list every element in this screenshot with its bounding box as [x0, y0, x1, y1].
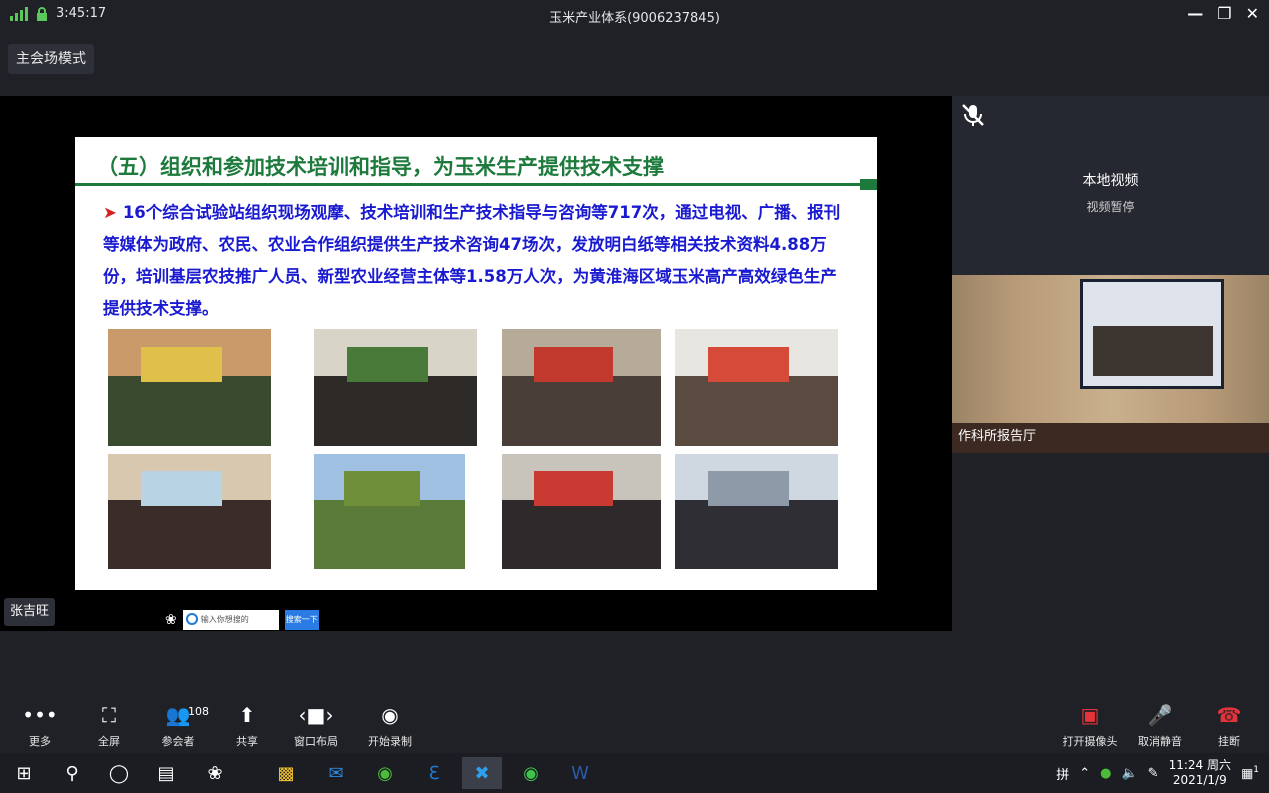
slide-photo	[675, 329, 838, 446]
os-taskbar: ⊞ ⚲ ◯ ▤ ❀ ▩ ✉ ◉ ℇ ✖ ◉ W 拼 ⌃ ● 🔈 ✎ 11:24 …	[0, 753, 1269, 793]
slide-photo	[675, 454, 838, 569]
share-button[interactable]: ⬆ 共享	[212, 701, 282, 749]
security-icon[interactable]: ●	[1100, 766, 1111, 781]
notification-icon[interactable]: ▦1	[1241, 765, 1259, 781]
unmute-button[interactable]: 🎤 取消静音	[1125, 701, 1195, 749]
layout-button[interactable]: ‹■› 窗口布局	[281, 701, 351, 749]
share-upload-icon: ⬆	[238, 703, 256, 727]
meeting-app-icon[interactable]: ✖	[462, 757, 502, 789]
presentation-slide: （五）组织和参加技术培训和指导，为玉米生产提供技术支撑 ➤ 16个综合试验站组织现…	[75, 137, 877, 590]
pinwheel-logo-icon: ❀	[165, 612, 177, 628]
close-icon[interactable]: ✕	[1246, 4, 1259, 23]
speaker-name-tag: 张吉旺	[4, 598, 56, 626]
minimize-icon[interactable]: —	[1187, 4, 1203, 23]
slide-photo	[502, 454, 661, 569]
slide-divider-accent	[860, 179, 877, 190]
slide-divider	[75, 183, 860, 186]
cortana-icon[interactable]: ◯	[99, 757, 139, 789]
windows-start-icon[interactable]: ⊞	[4, 757, 44, 789]
slide-photo	[108, 454, 271, 569]
more-dots-icon: •••	[22, 703, 58, 727]
slide-bullet-text: 16个综合试验站组织现场观摩、技术培训和生产技术指导与咨询等717次，通过电视、…	[103, 203, 841, 318]
remote-room-label: 作科所报告厅	[958, 429, 1037, 444]
search-input[interactable]: 输入你想搜的	[182, 610, 279, 630]
title-bar: 3:45:17 玉米产业体系(9006237845) — ❐ ✕	[0, 0, 1269, 30]
camera-off-icon: ▣	[1080, 703, 1100, 727]
slide-bullet: ➤ 16个综合试验站组织现场观摩、技术培训和生产技术指导与咨询等717次，通过电视…	[103, 197, 853, 325]
video-panel: 本地视频 视频暂停 作科所报告厅	[952, 96, 1269, 453]
slide-photo	[502, 329, 661, 446]
edge-icon[interactable]: ℇ	[414, 757, 454, 789]
layout-icon: ‹■›	[298, 703, 334, 727]
record-button[interactable]: ◉ 开始录制	[355, 701, 425, 749]
fullscreen-icon: ⛶	[102, 703, 116, 727]
local-video-status: 视频暂停	[1086, 200, 1135, 214]
wechat-icon[interactable]: ◉	[511, 757, 551, 789]
mic-muted-icon	[962, 104, 984, 126]
arrow-bullet-icon: ➤	[103, 203, 117, 222]
fullscreen-button[interactable]: ⛶ 全屏	[74, 701, 144, 749]
chevron-up-icon[interactable]: ⌃	[1079, 766, 1090, 781]
participants-button[interactable]: 👥 108 参会者	[143, 701, 213, 749]
volume-icon[interactable]: 🔈	[1121, 766, 1137, 781]
mail-icon[interactable]: ✉	[316, 757, 356, 789]
search-icon[interactable]: ⚲	[52, 757, 92, 789]
slide-photo	[108, 329, 271, 446]
slide-photo	[314, 329, 477, 446]
system-clock[interactable]: 11:24 周六 2021/1/9	[1169, 758, 1231, 788]
ime-indicator[interactable]: 拼	[1056, 764, 1069, 783]
remote-video-tile[interactable]: 作科所报告厅	[952, 275, 1269, 453]
restore-icon[interactable]: ❐	[1217, 4, 1231, 23]
participants-count: 108	[188, 705, 209, 718]
pen-icon[interactable]: ✎	[1148, 766, 1159, 781]
file-explorer-icon[interactable]: ▩	[266, 757, 306, 789]
slide-title: （五）组织和参加技术培训和指导，为玉米生产提供技术支撑	[97, 155, 664, 179]
meeting-toolbar: ••• 更多 ⛶ 全屏 👥 108 参会者 ⬆ 共享 ‹■› 窗口布局 ◉ 开始…	[0, 697, 1269, 753]
window-title: 玉米产业体系(9006237845)	[549, 11, 720, 26]
local-video-tile[interactable]: 本地视频 视频暂停	[952, 96, 1269, 275]
browser-icon	[185, 613, 198, 625]
local-video-title: 本地视频	[1082, 173, 1139, 189]
hangup-button[interactable]: ☎ 挂断	[1194, 701, 1264, 749]
hangup-phone-icon: ☎	[1216, 703, 1242, 727]
more-button[interactable]: ••• 更多	[5, 701, 75, 749]
slide-photo	[314, 454, 465, 569]
projector-screen	[1080, 279, 1224, 389]
system-tray: 拼 ⌃ ● 🔈 ✎ 11:24 周六 2021/1/9 ▦1	[1056, 753, 1269, 793]
browser-360-icon[interactable]: ◉	[365, 757, 405, 789]
search-button[interactable]: 搜索一下	[284, 610, 319, 630]
record-icon: ◉	[381, 703, 399, 727]
search-widget: ❀ 输入你想搜的 搜索一下	[165, 610, 319, 630]
pinwheel-app-icon[interactable]: ❀	[195, 757, 235, 789]
notification-count: 1	[1253, 764, 1259, 775]
word-icon[interactable]: W	[560, 757, 600, 789]
window-controls: — ❐ ✕	[1187, 4, 1259, 23]
camera-button[interactable]: ▣ 打开摄像头	[1055, 701, 1125, 749]
mic-off-icon: 🎤	[1147, 703, 1173, 727]
main-venue-mode-button[interactable]: 主会场模式	[8, 44, 94, 74]
task-view-icon[interactable]: ▤	[146, 757, 186, 789]
